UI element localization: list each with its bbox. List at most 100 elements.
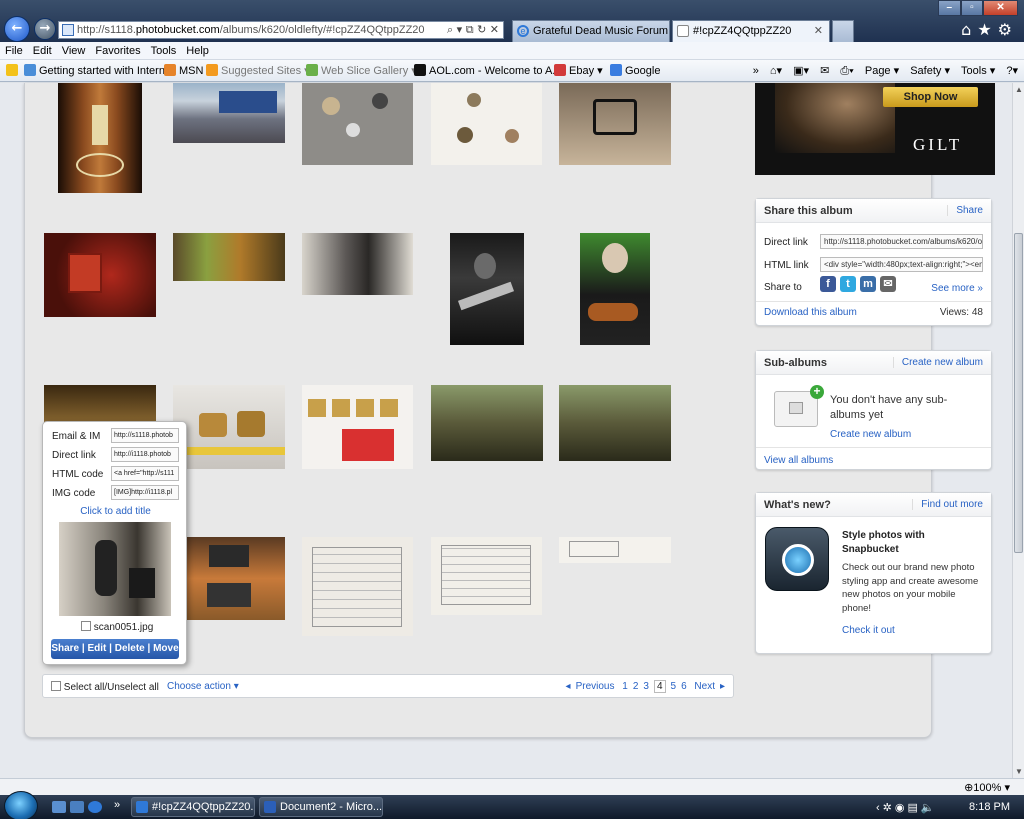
myspace-icon[interactable]: m [860,276,876,292]
forward-button[interactable]: → [34,18,56,40]
page-link-5[interactable]: 5 [671,681,677,692]
cmd-safety[interactable]: Safety ▾ [910,65,950,77]
photo-thumbnail[interactable] [173,83,285,143]
close-window-button[interactable]: ✕ [983,0,1019,16]
scrollbar-thumb[interactable] [1014,233,1023,553]
photo-thumbnail[interactable] [580,233,650,345]
menu-file[interactable]: File [0,42,28,57]
add-title-link[interactable]: Click to add title [43,506,188,517]
address-bar[interactable]: http://s1118.photobucket.com/albums/k620… [58,21,504,39]
create-new-album-header-link[interactable]: Create new album [892,357,983,368]
photo-thumbnail[interactable] [559,385,671,461]
twitter-icon[interactable]: t [840,276,856,292]
close-tab-icon[interactable]: ✕ [814,21,823,41]
cmd-tools[interactable]: Tools ▾ [961,65,995,77]
html-code-field[interactable]: <a href="http://s111 [111,466,179,481]
switch-windows-icon[interactable] [70,801,84,813]
new-tab-button[interactable] [832,20,854,42]
maximize-button[interactable]: ▫ [960,0,984,16]
check-it-out-link[interactable]: Check it out [842,625,895,636]
menu-favorites[interactable]: Favorites [90,42,145,57]
share-edit-delete-move-button[interactable]: Share | Edit | Delete | Move [51,639,179,659]
tray-security-icon[interactable]: ✲ [883,802,895,814]
gilt-advertisement[interactable]: Shop Now GILT [755,83,995,175]
page-link-1[interactable]: 1 [622,681,628,692]
select-photo-checkbox[interactable] [81,621,91,631]
help-icon[interactable]: ?▾ [1006,65,1018,77]
html-link-field[interactable]: <div style="width:480px;text-align:right… [820,257,983,272]
tray-network-icon[interactable]: ▤ [908,802,921,814]
photo-thumbnail[interactable] [173,385,285,469]
menu-view[interactable]: View [57,42,91,57]
email-im-field[interactable]: http://s1118.photob [111,428,179,443]
tools-gear-icon[interactable]: ⚙ [998,20,1018,39]
page-link-3[interactable]: 3 [643,681,649,692]
direct-link-field[interactable]: http://i1118.photob [111,447,179,462]
facebook-icon[interactable]: f [820,276,836,292]
prev-arrow-icon[interactable]: ◂ [566,681,571,692]
stop-icon[interactable]: ✕ [490,23,499,36]
select-all-checkbox[interactable] [51,681,61,691]
photo-thumbnail[interactable] [302,385,413,469]
start-orb-icon[interactable] [4,791,38,819]
menu-tools[interactable]: Tools [146,42,182,57]
see-more-link[interactable]: See more » [931,283,983,294]
photo-thumbnail[interactable] [173,233,285,281]
chevron-more-icon[interactable]: » [753,65,759,77]
add-plus-icon[interactable]: + [810,385,824,399]
menu-edit[interactable]: Edit [28,42,57,57]
print-icon[interactable]: ⎙▾ [840,65,853,77]
page-link-6[interactable]: 6 [681,681,687,692]
photo-thumbnail[interactable] [431,385,543,461]
ie-quicklaunch-icon[interactable] [88,801,102,813]
page-link-2[interactable]: 2 [633,681,639,692]
email-icon[interactable]: ✉ [880,276,896,292]
photo-thumbnail[interactable] [44,233,156,317]
next-arrow-icon[interactable]: ▸ [720,681,725,692]
scroll-up-icon[interactable]: ▲ [1015,85,1023,94]
tray-expand-icon[interactable]: ‹ [876,802,883,814]
minimize-button[interactable]: – [938,0,961,16]
fav-msn[interactable]: MSN [164,64,203,77]
search-icon[interactable]: ⌕ [447,23,453,36]
taskbar-item-word[interactable]: Document2 - Micro... [259,797,383,817]
share-link[interactable]: Share [947,205,983,216]
photo-thumbnail[interactable] [559,537,671,563]
mail-icon[interactable]: ✉ [820,65,829,77]
tray-volume-icon[interactable]: 🔈 [921,802,938,814]
back-button[interactable]: ← [4,16,30,42]
view-all-albums-link[interactable]: View all albums [764,455,833,466]
photo-thumbnail[interactable] [58,83,142,193]
fav-aol[interactable]: AOL.com - Welcome to A... [414,64,561,77]
home-icon[interactable]: ⌂▾ [770,65,782,77]
fav-web-slice-gallery[interactable]: Web Slice Gallery ▾ [306,64,417,77]
direct-link-field[interactable]: http://s1118.photobucket.com/albums/k620… [820,234,983,249]
tray-update-icon[interactable]: ◉ [895,802,908,814]
cmd-page[interactable]: Page ▾ [865,65,899,77]
photo-thumbnail[interactable] [559,83,671,165]
photo-thumbnail[interactable] [431,83,542,165]
photo-thumbnail[interactable] [173,537,285,620]
photo-thumbnail[interactable] [431,537,542,615]
favorites-star-icon[interactable] [6,64,21,77]
refresh-icon[interactable]: ↻ [477,23,486,36]
feeds-icon[interactable]: ▣▾ [793,65,809,77]
next-link[interactable]: Next [694,681,715,692]
menu-help[interactable]: Help [181,42,214,57]
taskbar-clock[interactable]: 8:18 PM [969,801,1010,813]
favorites-star-icon[interactable]: ★ [977,20,997,39]
find-out-more-link[interactable]: Find out more [912,499,983,510]
fav-suggested-sites[interactable]: Suggested Sites ▾ [206,64,310,77]
home-icon[interactable]: ⌂ [961,20,977,39]
img-code-field[interactable]: [IMG]http://i1118.pl [111,485,179,500]
download-album-link[interactable]: Download this album [764,307,857,318]
choose-action-dropdown[interactable]: Choose action ▾ [167,681,239,692]
photo-thumbnail[interactable] [450,233,524,345]
taskbar-item-browser[interactable]: #!cpZZ4QQtppZZ20... [131,797,255,817]
previous-link[interactable]: Previous [576,681,615,692]
tab-active-album[interactable]: #!cpZZ4QQtppZZ20 ✕ [672,20,830,42]
dropdown-arrow-icon[interactable]: ▾ [457,23,463,36]
show-desktop-icon[interactable] [52,801,66,813]
popup-photo-preview[interactable] [59,522,171,616]
quicklaunch-more-icon[interactable]: » [114,799,120,811]
